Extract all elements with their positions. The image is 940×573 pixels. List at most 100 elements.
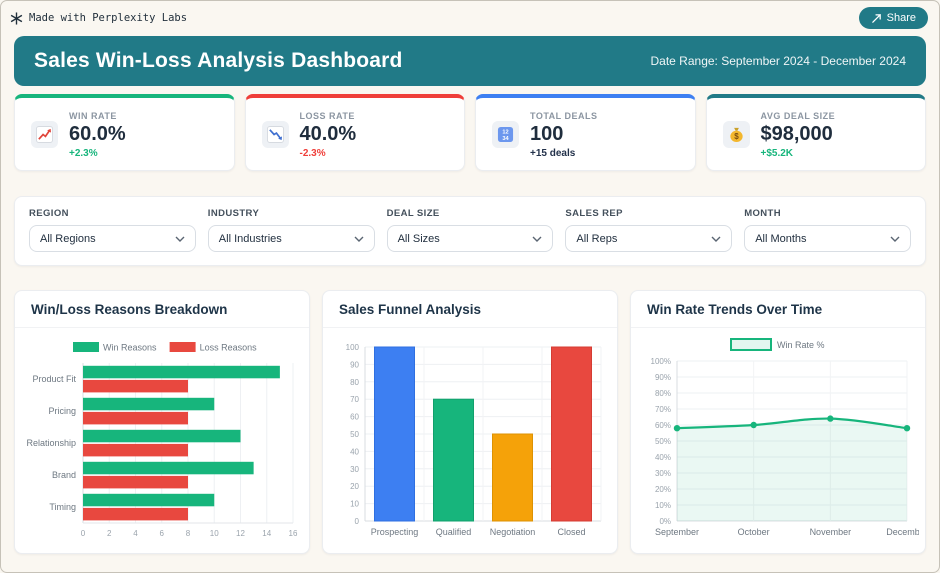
region-select[interactable]: All Regions	[29, 225, 196, 252]
share-label: Share	[887, 12, 916, 24]
filter-month: MONTH All Months	[744, 208, 911, 252]
svg-text:30%: 30%	[655, 469, 671, 478]
svg-text:14: 14	[262, 529, 271, 538]
topbar: Made with Perplexity Labs Share	[0, 0, 940, 36]
filter-sales-rep: SALES REP All Reps	[565, 208, 732, 252]
kpi-row: WIN RATE 60.0% +2.3% LOSS RATE 40.0% -2.…	[14, 94, 926, 171]
filter-label: SALES REP	[565, 208, 732, 219]
win-bar	[83, 462, 254, 475]
select-value: All Regions	[40, 233, 96, 245]
share-button[interactable]: Share	[859, 7, 928, 29]
counter-icon: 1234	[492, 121, 519, 148]
chart-body: 0%10%20%30%40%50%60%70%80%90%100%Septemb…	[631, 328, 925, 551]
svg-text:Prospecting: Prospecting	[371, 527, 419, 537]
sales-funnel-chart: 0102030405060708090100ProspectingQualifi…	[329, 335, 611, 547]
svg-text:$: $	[734, 132, 739, 141]
kpi-value: 40.0%	[300, 123, 357, 145]
winloss-reasons-chart: 0246810121416Product FitPricingRelations…	[21, 335, 303, 547]
svg-text:90%: 90%	[655, 373, 671, 382]
kpi-card-win-rate: WIN RATE 60.0% +2.3%	[14, 94, 235, 171]
industry-select[interactable]: All Industries	[208, 225, 375, 252]
chart-title: Sales Funnel Analysis	[339, 302, 601, 317]
svg-text:50%: 50%	[655, 437, 671, 446]
svg-text:Qualified: Qualified	[436, 527, 472, 537]
chart-body: 0102030405060708090100ProspectingQualifi…	[323, 328, 617, 551]
svg-text:0%: 0%	[659, 517, 671, 526]
svg-text:Timing: Timing	[49, 502, 76, 512]
loss-bar	[83, 412, 188, 425]
filter-bar: REGION All Regions INDUSTRY All Industri…	[14, 196, 926, 266]
svg-text:80%: 80%	[655, 389, 671, 398]
svg-text:60%: 60%	[655, 421, 671, 430]
filter-industry: INDUSTRY All Industries	[208, 208, 375, 252]
svg-text:34: 34	[502, 136, 509, 142]
legend-item[interactable]: Loss Reasons	[170, 342, 258, 353]
month-select[interactable]: All Months	[744, 225, 911, 252]
select-value: All Reps	[576, 233, 617, 245]
deal-size-select[interactable]: All Sizes	[387, 225, 554, 252]
svg-text:4: 4	[133, 529, 138, 538]
svg-text:10: 10	[210, 529, 219, 538]
select-value: All Industries	[219, 233, 282, 245]
kpi-card-total-deals: 1234 TOTAL DEALS 100 +15 deals	[475, 94, 696, 171]
dashboard-header: Sales Win-Loss Analysis Dashboard Date R…	[14, 36, 926, 86]
page-title: Sales Win-Loss Analysis Dashboard	[34, 49, 403, 73]
win-rate-trends-card: Win Rate Trends Over Time 0%10%20%30%40%…	[630, 290, 926, 554]
chart-header: Win/Loss Reasons Breakdown	[15, 291, 309, 328]
win-rate-trends-chart: 0%10%20%30%40%50%60%70%80%90%100%Septemb…	[637, 335, 919, 547]
trend-up-icon	[31, 121, 58, 148]
kpi-delta: +15 deals	[530, 148, 598, 159]
loss-bar	[83, 508, 188, 521]
funnel-bar	[434, 399, 474, 521]
winloss-reasons-card: Win/Loss Reasons Breakdown 0246810121416…	[14, 290, 310, 554]
kpi-label: LOSS RATE	[300, 111, 357, 121]
svg-text:16: 16	[289, 529, 298, 538]
filter-label: INDUSTRY	[208, 208, 375, 219]
legend-item[interactable]: Win Rate %	[731, 339, 825, 350]
filter-label: DEAL SIZE	[387, 208, 554, 219]
svg-text:10%: 10%	[655, 501, 671, 510]
data-point	[827, 415, 833, 421]
filter-deal-size: DEAL SIZE All Sizes	[387, 208, 554, 252]
svg-text:Negotiation: Negotiation	[490, 527, 536, 537]
svg-text:100: 100	[346, 343, 360, 352]
svg-text:Relationship: Relationship	[26, 438, 76, 448]
funnel-bar	[552, 347, 592, 521]
chevron-down-icon	[354, 233, 364, 245]
money-bag-icon: $	[723, 121, 750, 148]
svg-text:12: 12	[236, 529, 245, 538]
svg-text:Win Rate %: Win Rate %	[777, 340, 825, 350]
data-point	[904, 425, 910, 431]
win-bar	[83, 494, 214, 507]
kpi-value: $98,000	[761, 123, 836, 145]
data-point	[674, 425, 680, 431]
kpi-value: 100	[530, 123, 598, 145]
kpi-delta: +2.3%	[69, 148, 126, 159]
data-point	[750, 422, 756, 428]
svg-text:60: 60	[350, 413, 359, 422]
svg-text:30: 30	[350, 465, 359, 474]
svg-text:October: October	[738, 527, 770, 537]
funnel-bar	[375, 347, 415, 521]
svg-text:November: November	[810, 527, 852, 537]
kpi-delta: +$5.2K	[761, 148, 836, 159]
svg-text:Win Reasons: Win Reasons	[103, 343, 157, 353]
svg-text:50: 50	[350, 430, 359, 439]
filter-label: MONTH	[744, 208, 911, 219]
svg-text:70: 70	[350, 395, 359, 404]
chart-header: Win Rate Trends Over Time	[631, 291, 925, 328]
chevron-down-icon	[711, 233, 721, 245]
select-value: All Months	[755, 233, 806, 245]
brand-text: Made with Perplexity Labs	[29, 12, 187, 24]
sales-rep-select[interactable]: All Reps	[565, 225, 732, 252]
chevron-down-icon	[175, 233, 185, 245]
chart-title: Win/Loss Reasons Breakdown	[31, 302, 293, 317]
svg-text:Brand: Brand	[52, 470, 76, 480]
legend-item[interactable]: Win Reasons	[73, 342, 157, 353]
svg-text:Product Fit: Product Fit	[32, 374, 76, 384]
funnel-bar	[493, 434, 533, 521]
brand: Made with Perplexity Labs	[10, 12, 187, 25]
charts-row: Win/Loss Reasons Breakdown 0246810121416…	[14, 290, 926, 554]
svg-text:Pricing: Pricing	[48, 406, 76, 416]
loss-bar	[83, 476, 188, 489]
